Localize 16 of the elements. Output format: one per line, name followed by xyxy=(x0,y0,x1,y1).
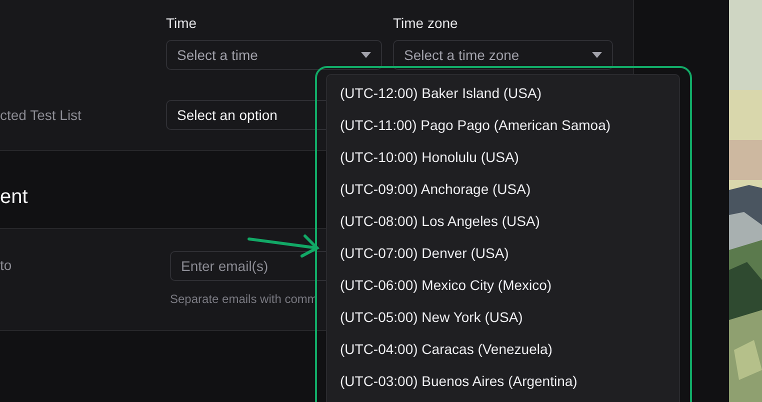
caret-icon xyxy=(361,52,371,58)
field-label: Time xyxy=(166,14,198,32)
time-zone-select[interactable]: Select a time zone xyxy=(393,40,613,70)
time-zone-option[interactable]: (UTC-09:00) Anchorage (USA) xyxy=(327,173,679,205)
time-zone-option[interactable]: (UTC-03:00) Buenos Aires (Argentina) xyxy=(327,365,679,397)
time-zone-option[interactable]: (UTC-08:00) Los Angeles (USA) xyxy=(327,205,679,237)
field-label: cted Test List xyxy=(0,106,82,124)
time-zone-option[interactable]: (UTC-04:00) Caracas (Venezuela) xyxy=(327,333,679,365)
time-zone-option[interactable]: (UTC-10:00) Honolulu (USA) xyxy=(327,141,679,173)
caret-icon xyxy=(592,52,602,58)
arrow-icon xyxy=(247,233,321,259)
time-zone-option[interactable]: (UTC-05:00) New York (USA) xyxy=(327,301,679,333)
field-label: Time zone xyxy=(393,14,459,32)
field-label: to xyxy=(0,256,13,275)
section-heading: ent xyxy=(0,184,28,210)
time-select[interactable]: Select a time xyxy=(166,40,382,70)
